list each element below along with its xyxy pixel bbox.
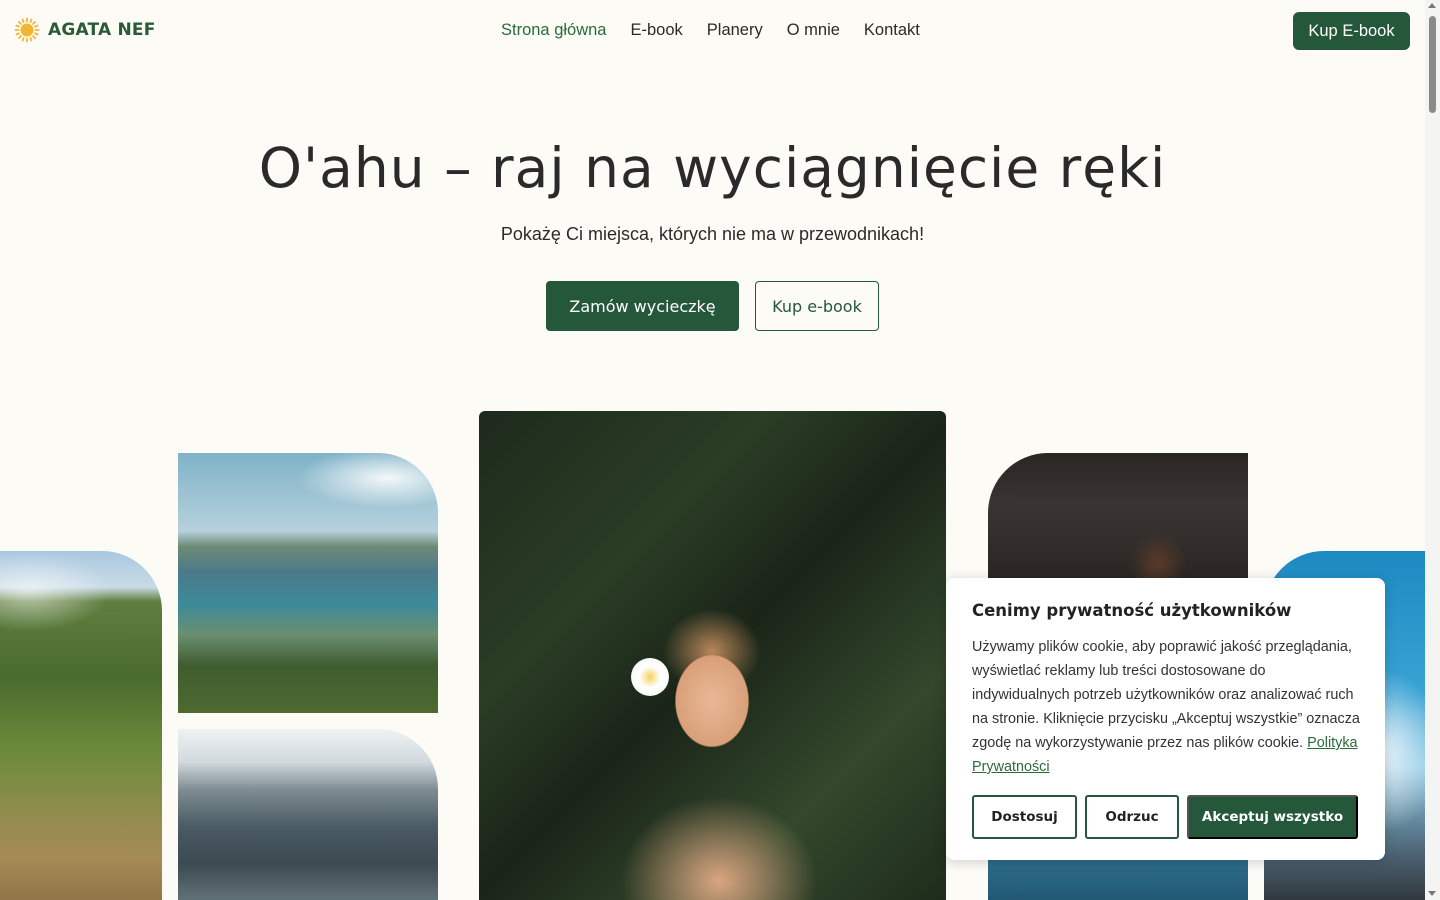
flower-decoration [631, 658, 669, 696]
sun-icon [14, 17, 40, 43]
nav-item-about[interactable]: O mnie [787, 21, 840, 40]
mountain-photo [0, 551, 162, 900]
cookie-reject-button[interactable]: Odrzuc [1085, 795, 1179, 839]
buy-ebook-button[interactable]: Kup e-book [755, 281, 879, 331]
order-tour-button[interactable]: Zamów wycieczkę [546, 281, 739, 331]
ocean-photo [988, 858, 1248, 900]
cookie-title: Cenimy prywatność użytkowników [972, 601, 1292, 620]
scroll-down-arrow-icon[interactable] [1428, 891, 1436, 896]
cookie-accept-button[interactable]: Akceptuj wszystko [1187, 795, 1358, 839]
nav-item-home[interactable]: Strona główna [501, 21, 607, 40]
cookie-text: Używamy plików cookie, aby poprawić jako… [972, 635, 1364, 779]
hero-title: O'ahu – raj na wyciągnięcie ręki [258, 136, 1167, 200]
page-scrollbar[interactable] [1425, 0, 1440, 900]
nav-item-planners[interactable]: Planery [707, 21, 763, 40]
cookie-banner: Cenimy prywatność użytkowników Używamy p… [946, 578, 1385, 860]
brand-name: AGATA NEF [48, 20, 156, 40]
performer-photo [988, 453, 1248, 583]
scroll-up-arrow-icon[interactable] [1428, 3, 1436, 8]
scroll-thumb[interactable] [1429, 16, 1436, 113]
cookie-customize-button[interactable]: Dostosuj [972, 795, 1077, 839]
nav-item-contact[interactable]: Kontakt [864, 21, 920, 40]
portrait-photo [479, 411, 946, 900]
buy-ebook-header-button[interactable]: Kup E-book [1293, 12, 1410, 50]
bay-photo [178, 453, 438, 713]
brand-logo[interactable]: AGATA NEF [14, 17, 156, 43]
wave-photo [178, 729, 438, 900]
main-nav: Strona główna E-book Planery O mnie Kont… [501, 21, 920, 40]
cookie-body: Używamy plików cookie, aby poprawić jako… [972, 639, 1360, 751]
nav-item-ebook[interactable]: E-book [631, 21, 683, 40]
hero-subtitle: Pokażę Ci miejsca, których nie ma w prze… [500, 224, 925, 244]
site-header: AGATA NEF Strona główna E-book Planery O… [0, 0, 1440, 62]
